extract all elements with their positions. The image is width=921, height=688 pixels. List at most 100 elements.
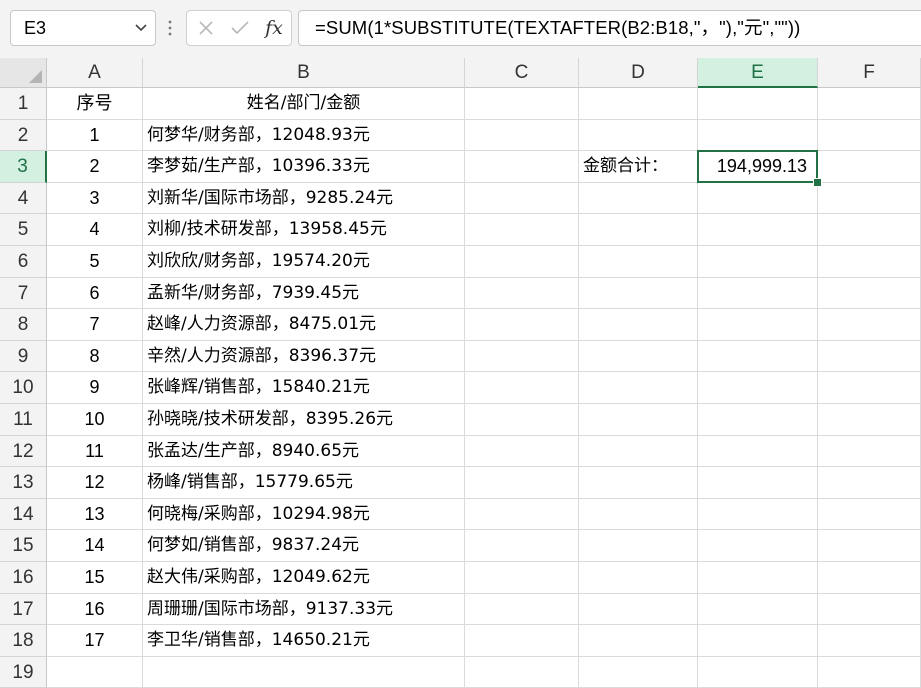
cell-e15[interactable] (698, 530, 818, 562)
cell-e8[interactable] (698, 309, 818, 341)
cell-b12[interactable]: 张孟达/生产部，8940.65元 (143, 435, 465, 468)
cell-c11[interactable] (465, 404, 579, 436)
cell-c19[interactable] (465, 656, 579, 688)
cell-a2[interactable]: 1 (47, 119, 143, 152)
select-all-button[interactable] (0, 58, 47, 88)
row-header-10[interactable]: 10 (0, 372, 47, 404)
formula-input[interactable]: =SUM(1*SUBSTITUTE(TEXTAFTER(B2:B18,"，"),… (298, 10, 921, 46)
column-header-b[interactable]: B (143, 58, 465, 88)
cell-d3[interactable]: 金额合计： (579, 151, 698, 183)
cell-a1[interactable]: 序号 (47, 88, 143, 120)
cell-e10[interactable] (698, 372, 818, 404)
cell-f5[interactable] (818, 214, 921, 246)
cell-e4[interactable] (698, 182, 818, 215)
cell-b7[interactable]: 孟新华/财务部，7939.45元 (143, 277, 465, 310)
row-header-18[interactable]: 18 (0, 625, 47, 657)
cell-c14[interactable] (465, 498, 579, 531)
cell-e12[interactable] (698, 435, 818, 468)
cell-e18[interactable] (698, 625, 818, 657)
cell-b6[interactable]: 刘欣欣/财务部，19574.20元 (143, 246, 465, 278)
row-header-7[interactable]: 7 (0, 277, 47, 310)
cell-e13[interactable] (698, 467, 818, 499)
cell-e7[interactable] (698, 277, 818, 310)
cell-a15[interactable]: 14 (47, 530, 143, 562)
cell-f15[interactable] (818, 530, 921, 562)
cell-a17[interactable]: 16 (47, 593, 143, 626)
cell-b17[interactable]: 周珊珊/国际市场部，9137.33元 (143, 593, 465, 626)
cell-f18[interactable] (818, 625, 921, 657)
cell-b9[interactable]: 辛然/人力资源部，8396.37元 (143, 340, 465, 373)
cell-c17[interactable] (465, 593, 579, 626)
cell-d7[interactable] (579, 277, 698, 310)
cell-b16[interactable]: 赵大伟/采购部，12049.62元 (143, 562, 465, 594)
cell-b15[interactable]: 何梦如/销售部，9837.24元 (143, 530, 465, 562)
cell-c10[interactable] (465, 372, 579, 404)
column-header-d[interactable]: D (579, 58, 698, 88)
cell-a13[interactable]: 12 (47, 467, 143, 499)
cell-c7[interactable] (465, 277, 579, 310)
cell-f1[interactable] (818, 88, 921, 120)
cell-d10[interactable] (579, 372, 698, 404)
cell-a5[interactable]: 4 (47, 214, 143, 246)
cell-f6[interactable] (818, 246, 921, 278)
cell-f19[interactable] (818, 656, 921, 688)
cell-d15[interactable] (579, 530, 698, 562)
cell-d18[interactable] (579, 625, 698, 657)
row-header-16[interactable]: 16 (0, 562, 47, 594)
row-header-8[interactable]: 8 (0, 309, 47, 341)
column-header-a[interactable]: A (47, 58, 143, 88)
cell-f11[interactable] (818, 404, 921, 436)
cell-f4[interactable] (818, 182, 921, 215)
row-header-1[interactable]: 1 (0, 88, 47, 120)
cell-b1[interactable]: 姓名/部门/金额 (143, 88, 465, 120)
cell-a10[interactable]: 9 (47, 372, 143, 404)
vertical-dots-icon[interactable] (165, 16, 175, 40)
insert-function-button[interactable]: fx (259, 11, 289, 45)
cell-c15[interactable] (465, 530, 579, 562)
row-header-9[interactable]: 9 (0, 340, 47, 373)
cell-a6[interactable]: 5 (47, 246, 143, 278)
cell-b13[interactable]: 杨峰/销售部，15779.65元 (143, 467, 465, 499)
enter-button[interactable] (225, 11, 255, 45)
cell-e1[interactable] (698, 88, 818, 120)
cell-f16[interactable] (818, 562, 921, 594)
cell-f17[interactable] (818, 593, 921, 626)
row-header-15[interactable]: 15 (0, 530, 47, 562)
cell-a19[interactable] (47, 656, 143, 688)
cell-e3[interactable]: 194,999.13 (698, 151, 818, 183)
name-box[interactable]: E3 (10, 10, 156, 46)
cell-f8[interactable] (818, 309, 921, 341)
cell-f7[interactable] (818, 277, 921, 310)
column-header-c[interactable]: C (465, 58, 579, 88)
cell-b4[interactable]: 刘新华/国际市场部，9285.24元 (143, 182, 465, 215)
cell-f10[interactable] (818, 372, 921, 404)
cell-e17[interactable] (698, 593, 818, 626)
cell-c12[interactable] (465, 435, 579, 468)
cell-c5[interactable] (465, 214, 579, 246)
row-header-14[interactable]: 14 (0, 498, 47, 531)
cancel-button[interactable] (191, 11, 221, 45)
cell-e5[interactable] (698, 214, 818, 246)
cell-b5[interactable]: 刘柳/技术研发部，13958.45元 (143, 214, 465, 246)
cell-c18[interactable] (465, 625, 579, 657)
cell-b18[interactable]: 李卫华/销售部，14650.21元 (143, 625, 465, 657)
cell-c8[interactable] (465, 309, 579, 341)
row-header-11[interactable]: 11 (0, 404, 47, 436)
cell-b3[interactable]: 李梦茹/生产部，10396.33元 (143, 151, 465, 183)
cell-d1[interactable] (579, 88, 698, 120)
row-header-4[interactable]: 4 (0, 182, 47, 215)
cell-f3[interactable] (818, 151, 921, 183)
cell-c9[interactable] (465, 340, 579, 373)
cell-e16[interactable] (698, 562, 818, 594)
chevron-down-icon[interactable] (135, 24, 147, 32)
row-header-19[interactable]: 19 (0, 656, 47, 688)
cell-a18[interactable]: 17 (47, 625, 143, 657)
cell-f12[interactable] (818, 435, 921, 468)
cell-d14[interactable] (579, 498, 698, 531)
cell-a7[interactable]: 6 (47, 277, 143, 310)
cell-c3[interactable] (465, 151, 579, 183)
row-header-13[interactable]: 13 (0, 467, 47, 499)
cell-a12[interactable]: 11 (47, 435, 143, 468)
cell-d17[interactable] (579, 593, 698, 626)
cell-d6[interactable] (579, 246, 698, 278)
